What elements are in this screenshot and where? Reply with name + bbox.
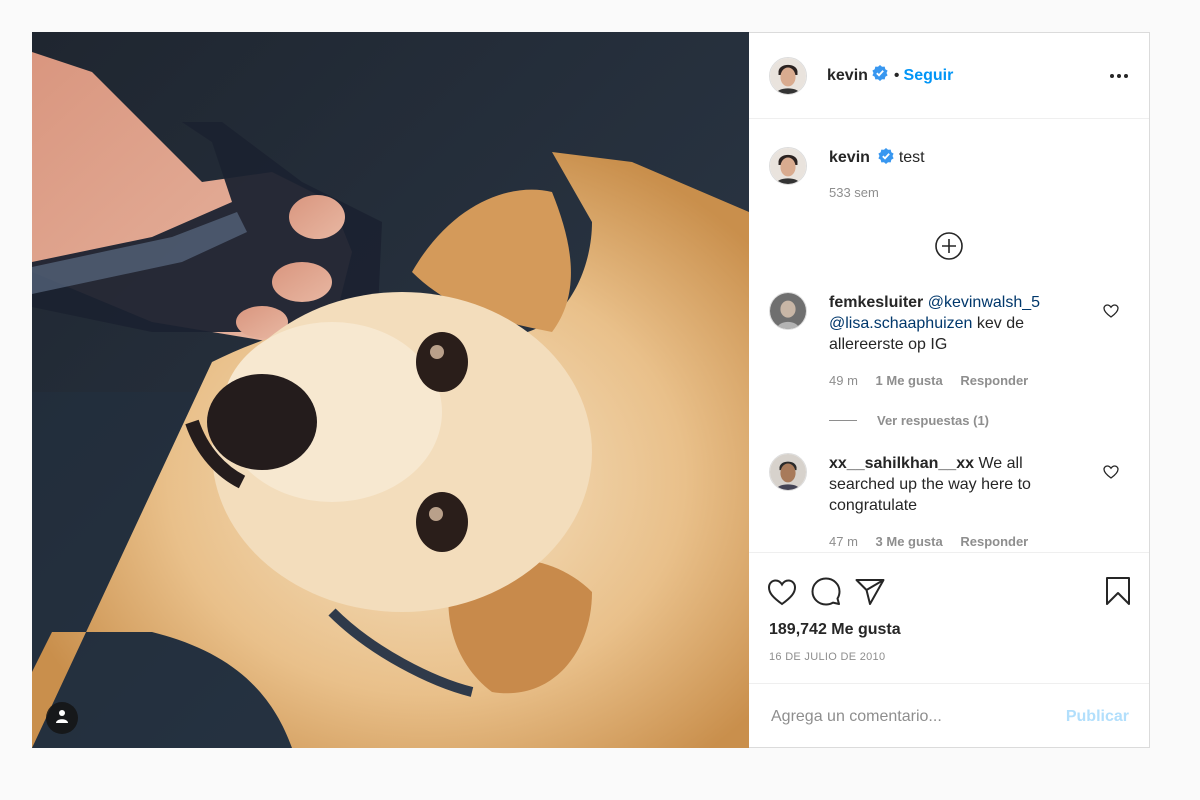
comment-item: xx__sahilkhan__xx We all searched up the…	[769, 453, 1129, 552]
comment-likes[interactable]: 3 Me gusta	[876, 534, 943, 549]
paper-plane-icon	[855, 578, 885, 611]
comment-username[interactable]: femkesluiter	[829, 294, 923, 311]
view-replies-label: Ver respuestas (1)	[877, 413, 990, 428]
header-separator: •	[893, 66, 900, 84]
publish-button[interactable]: Publicar	[1066, 708, 1129, 726]
user-tags-button[interactable]	[46, 702, 78, 734]
post-caption: kevin test 533 sem	[769, 119, 1129, 203]
load-more-comments-button[interactable]	[769, 231, 1129, 266]
commenter-avatar[interactable]	[769, 453, 807, 491]
caption-text: test	[898, 149, 925, 166]
comment-bubble-icon	[811, 576, 841, 611]
likes-count[interactable]: 189,742 Me gusta	[749, 611, 1149, 639]
more-options-icon[interactable]	[1109, 73, 1129, 79]
follow-button[interactable]: Seguir	[904, 67, 954, 85]
comments-list[interactable]: kevin test 533 sem femkesluiter @kevinwa…	[749, 119, 1149, 553]
heart-icon[interactable]	[1103, 304, 1119, 323]
comment-username[interactable]: xx__sahilkhan__xx	[829, 455, 974, 472]
user-tag-icon	[55, 709, 69, 728]
post-photo[interactable]	[32, 32, 749, 748]
post-card: kevin • Seguir kevin test 533 sem femkes…	[32, 32, 1150, 748]
add-comment-bar: Publicar	[749, 683, 1149, 749]
verified-badge-icon	[878, 148, 894, 170]
comment-time[interactable]: 47 m	[829, 534, 858, 549]
save-button[interactable]	[1105, 576, 1131, 611]
author-username[interactable]: kevin	[827, 67, 868, 85]
comment-button[interactable]	[811, 576, 841, 611]
commenter-avatar[interactable]	[769, 292, 807, 330]
post-header: kevin • Seguir	[749, 33, 1149, 119]
reply-button[interactable]: Responder	[960, 534, 1028, 549]
comment-time[interactable]: 49 m	[829, 373, 858, 388]
like-button[interactable]	[767, 578, 797, 611]
verified-badge-icon	[872, 65, 888, 86]
caption-username[interactable]: kevin	[829, 149, 870, 166]
replies-divider	[829, 420, 857, 421]
reply-button[interactable]: Responder	[960, 373, 1028, 388]
caption-author-avatar[interactable]	[769, 147, 807, 185]
dog-photo	[32, 32, 749, 748]
plus-circle-icon	[934, 231, 964, 266]
comment-input[interactable]	[769, 706, 1066, 727]
heart-icon[interactable]	[1103, 465, 1119, 484]
share-button[interactable]	[855, 578, 885, 611]
caption-time[interactable]: 533 sem	[829, 185, 879, 200]
post-date[interactable]: 16 DE JULIO DE 2010	[749, 639, 1149, 668]
comment-likes[interactable]: 1 Me gusta	[876, 373, 943, 388]
comment-item: femkesluiter @kevinwalsh_5 @lisa.schaaph…	[769, 292, 1129, 391]
comment-mention[interactable]: @kevinwalsh_5	[928, 294, 1040, 311]
heart-icon	[767, 578, 797, 611]
bookmark-icon	[1105, 576, 1131, 611]
post-actions	[749, 553, 1149, 611]
view-replies-button[interactable]: Ver respuestas (1)	[829, 413, 1129, 428]
post-side-panel: kevin • Seguir kevin test 533 sem femkes…	[749, 33, 1149, 749]
author-avatar[interactable]	[769, 56, 807, 95]
comment-mention[interactable]: @lisa.schaaphuizen	[829, 315, 972, 332]
